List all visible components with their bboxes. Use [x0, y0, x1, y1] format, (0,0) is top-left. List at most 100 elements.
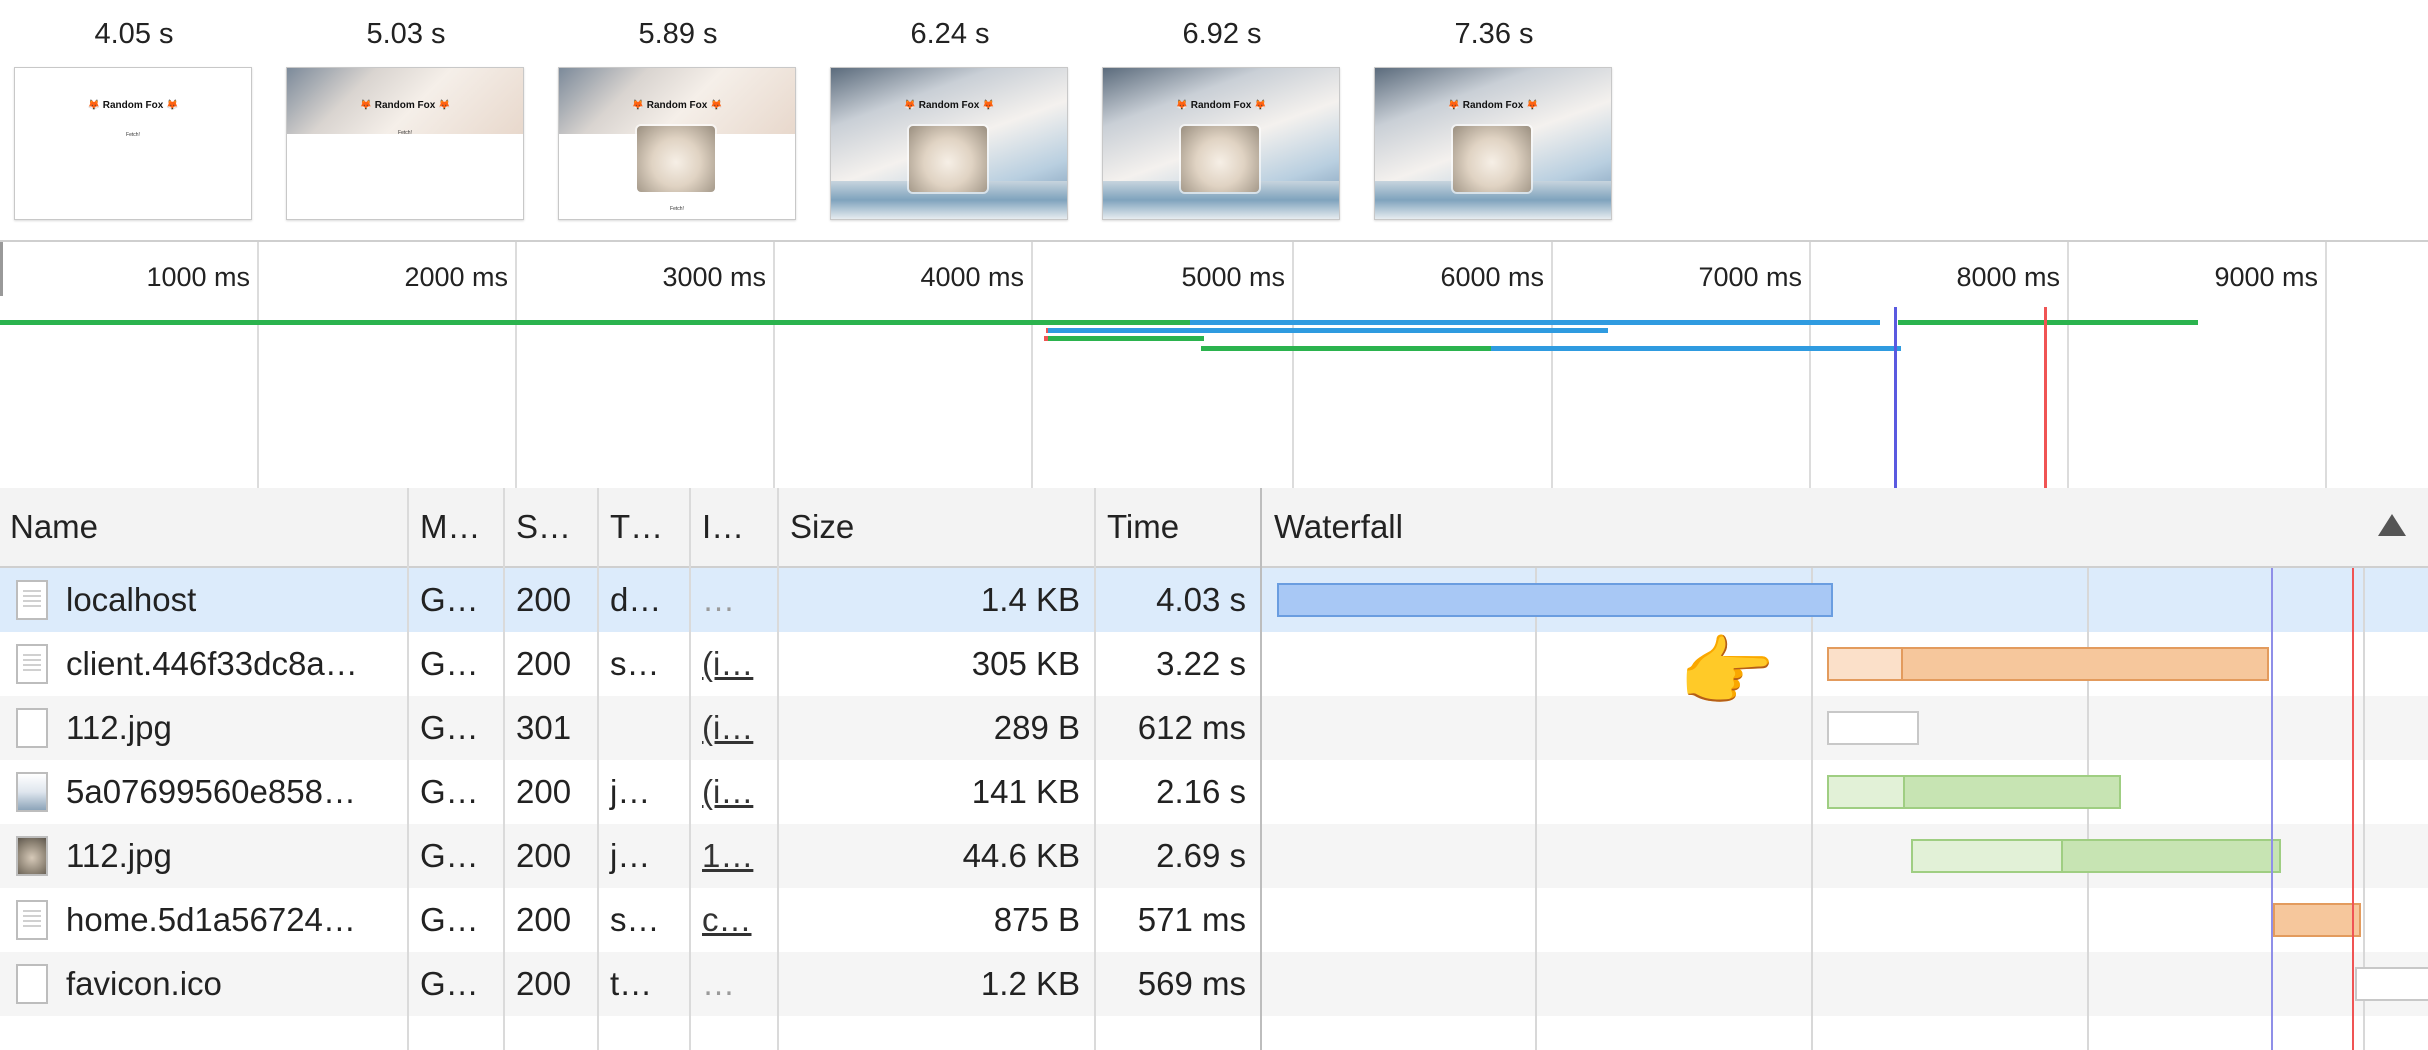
column-divider[interactable] — [597, 488, 599, 1050]
column-header-size[interactable]: Size — [780, 488, 1094, 566]
overview-gridline — [1809, 242, 1811, 488]
column-divider[interactable] — [1094, 488, 1096, 1050]
overview-gridline — [515, 242, 517, 488]
frame-time: 6.92 s — [1182, 18, 1262, 50]
request-name: client.446f33dc8a… — [66, 645, 358, 682]
request-time: 4.03 s — [1156, 581, 1246, 618]
waterfall-bar-image[interactable] — [2061, 839, 2281, 873]
screenshot-thumbnail[interactable]: 🦊 Random Fox 🦊 — [1102, 67, 1340, 220]
request-size: 1.2 KB — [980, 965, 1080, 1002]
request-status: 200 — [516, 773, 572, 810]
waterfall-bar-image-waiting[interactable] — [1911, 839, 2063, 873]
waterfall-bar-script[interactable] — [2273, 903, 2361, 937]
frame-time: 5.03 s — [366, 18, 446, 50]
sort-ascending-icon[interactable] — [2378, 514, 2406, 536]
column-header-initiator[interactable]: I… — [692, 488, 776, 566]
waterfall-bar-document[interactable] — [1277, 583, 1833, 617]
overview-start-handle[interactable] — [0, 242, 3, 296]
overview-gridline — [1551, 242, 1553, 488]
screenshot-thumbnail[interactable]: 🦊 Random Fox 🦊 Fetch! — [558, 67, 796, 220]
overview-gridline — [2325, 242, 2327, 488]
request-name: 5a07699560e858… — [66, 773, 356, 810]
waterfall-bar-icon[interactable] — [2355, 967, 2428, 1001]
request-type: d… — [610, 581, 662, 618]
request-size: 141 KB — [971, 773, 1080, 810]
overview-gridline — [1031, 242, 1033, 488]
waterfall-bar-redirect[interactable] — [1827, 711, 1919, 745]
filmstrip-frame[interactable]: 4.05 s 🦊 Random Fox 🦊 Fetch! — [14, 0, 254, 230]
request-initiator-link[interactable]: (i… — [692, 696, 776, 760]
filmstrip-frame[interactable]: 6.24 s 🦊 Random Fox 🦊 — [830, 0, 1070, 230]
column-header-status[interactable]: S… — [506, 488, 598, 566]
fox-photo — [1181, 126, 1259, 192]
network-requests-table: Name M… S… T… I… Size Time Waterfall loc… — [0, 488, 2428, 1050]
request-initiator: … — [702, 581, 735, 618]
blank-file-icon — [16, 708, 48, 748]
overview-gridline — [773, 242, 775, 488]
frame-time: 6.24 s — [910, 18, 990, 50]
screenshot-thumbnail[interactable]: 🦊 Random Fox 🦊 — [1374, 67, 1612, 220]
fox-emoji-icon: 🦊 — [903, 100, 916, 111]
column-divider[interactable] — [503, 488, 505, 1050]
waterfall-bar-image[interactable] — [1903, 775, 2121, 809]
fox-emoji-icon: 🦊 — [1254, 100, 1267, 111]
image-thumbnail-icon — [16, 836, 48, 876]
overview-tick-label: 7000 ms — [1698, 262, 1802, 292]
request-status: 200 — [516, 901, 572, 938]
column-divider[interactable] — [689, 488, 691, 1050]
request-size: 44.6 KB — [962, 837, 1080, 874]
dom-content-loaded-line — [2271, 568, 2273, 1050]
waterfall-bar-image-waiting[interactable] — [1827, 775, 1905, 809]
overview-request-bar — [1190, 320, 1880, 325]
column-divider[interactable] — [407, 488, 409, 1050]
column-header-name[interactable]: Name — [0, 488, 408, 566]
request-type: s… — [610, 901, 660, 938]
request-method: G… — [420, 581, 479, 618]
frame-time: 5.89 s — [638, 18, 718, 50]
waterfall-gridline — [1535, 568, 1537, 1050]
network-overview-timeline[interactable]: 1000 ms 2000 ms 3000 ms 4000 ms 5000 ms … — [0, 240, 2428, 490]
frame-time: 4.05 s — [94, 18, 174, 50]
request-method: G… — [420, 773, 479, 810]
overview-tick-label: 6000 ms — [1440, 262, 1544, 292]
overview-tick-label: 9000 ms — [2214, 262, 2318, 292]
filmstrip-frame[interactable]: 6.92 s 🦊 Random Fox 🦊 — [1102, 0, 1342, 230]
overview-tick-label: 5000 ms — [1181, 262, 1285, 292]
request-initiator: … — [702, 965, 735, 1002]
column-divider[interactable] — [777, 488, 779, 1050]
column-header-time[interactable]: Time — [1097, 488, 1260, 566]
overview-tick-label: 4000 ms — [920, 262, 1024, 292]
frame-title: Random Fox — [918, 100, 980, 111]
screenshot-thumbnail[interactable]: 🦊 Random Fox 🦊 — [830, 67, 1068, 220]
frame-title: Random Fox — [1462, 100, 1524, 111]
request-type: j… — [610, 837, 651, 874]
request-initiator-link[interactable]: c… — [692, 888, 776, 952]
fox-emoji-icon: 🦊 — [631, 100, 644, 111]
request-name: 112.jpg — [66, 709, 172, 746]
waterfall-gridline — [1811, 568, 1813, 1050]
overview-gridline — [1292, 242, 1294, 488]
screenshot-thumbnail[interactable]: 🦊 Random Fox 🦊 Fetch! — [286, 67, 524, 220]
request-initiator-link[interactable]: (i… — [692, 760, 776, 824]
fox-photo — [637, 126, 715, 192]
request-initiator-link[interactable]: 1… — [692, 824, 776, 888]
column-header-method[interactable]: M… — [410, 488, 504, 566]
overview-request-bar — [1046, 328, 1048, 333]
filmstrip-frame[interactable]: 5.03 s 🦊 Random Fox 🦊 Fetch! — [286, 0, 526, 230]
waterfall-bar-script[interactable] — [1901, 647, 2269, 681]
request-initiator-link[interactable]: (i… — [692, 632, 776, 696]
fox-emoji-icon: 🦊 — [438, 100, 451, 111]
document-icon — [16, 580, 48, 620]
filmstrip-frame[interactable]: 7.36 s 🦊 Random Fox 🦊 — [1374, 0, 1614, 230]
blank-file-icon — [16, 964, 48, 1004]
column-header-waterfall[interactable]: Waterfall — [1264, 488, 2364, 566]
column-divider[interactable] — [1260, 488, 1262, 1050]
screenshot-thumbnail[interactable]: 🦊 Random Fox 🦊 Fetch! — [14, 67, 252, 220]
fox-emoji-icon: 🦊 — [1447, 100, 1460, 111]
waterfall-bar-script-waiting[interactable] — [1827, 647, 1903, 681]
overview-tick-label: 1000 ms — [146, 262, 250, 292]
filmstrip-frame[interactable]: 5.89 s 🦊 Random Fox 🦊 Fetch! — [558, 0, 798, 230]
column-header-type[interactable]: T… — [600, 488, 690, 566]
waterfall-gridline — [2087, 568, 2089, 1050]
overview-request-bar — [1898, 320, 2198, 325]
